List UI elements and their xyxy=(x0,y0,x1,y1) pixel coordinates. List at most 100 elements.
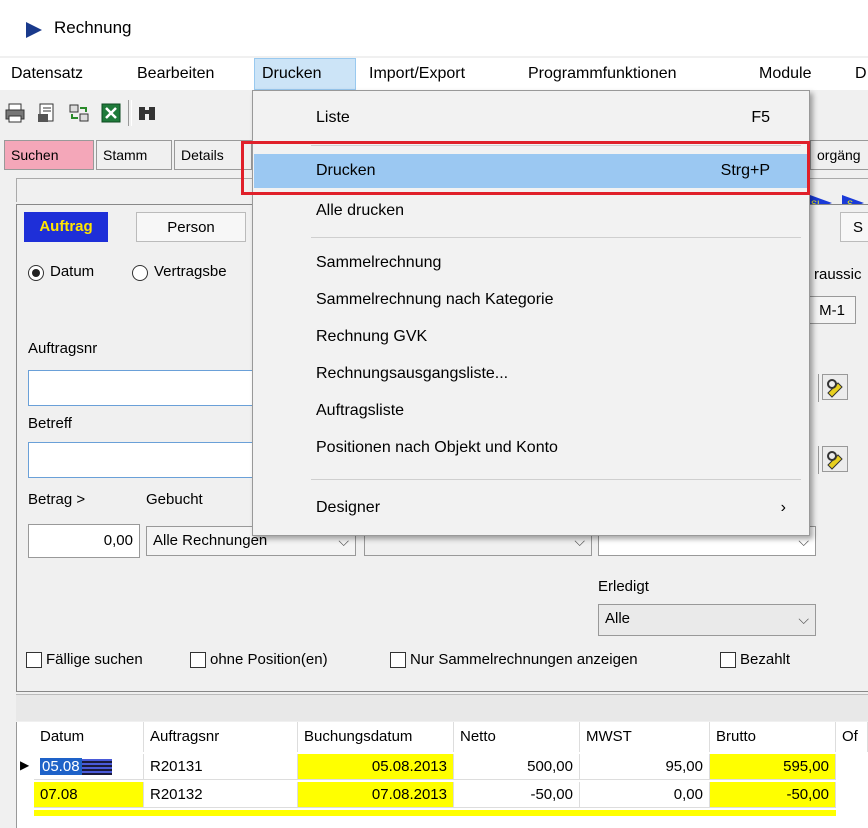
checkbox-ohne-position[interactable] xyxy=(190,652,206,668)
checkbox-nur-sammel-label: Nur Sammelrechnungen anzeigen xyxy=(410,651,638,668)
excel-icon[interactable] xyxy=(100,102,122,124)
menu-item-shortcut: F5 xyxy=(751,109,770,126)
col-header-offen[interactable]: Of xyxy=(836,722,868,752)
app-arrow-icon xyxy=(26,22,42,38)
toolbar-separator xyxy=(128,100,132,126)
gebucht-select-value: Alle Rechnungen xyxy=(153,532,268,549)
table-row-cell-buchungsdatum[interactable]: 05.08.2013 xyxy=(298,754,454,780)
menu-item-sammelrechnung[interactable]: Sammelrechnung xyxy=(254,246,808,280)
erledigt-select[interactable]: Alle ⌵ xyxy=(598,604,816,636)
table-row-cell-netto[interactable]: 500,00 xyxy=(454,754,580,780)
betrag-label: Betrag > xyxy=(28,491,86,508)
table-row-cell-netto[interactable]: -50,00 xyxy=(454,782,580,808)
menu-import-export[interactable]: Import/Export xyxy=(362,58,472,90)
checkbox-faellige-label: Fällige suchen xyxy=(46,651,143,668)
lookup-icon xyxy=(827,379,843,398)
col-header-auftragsnr[interactable]: Auftragsnr xyxy=(144,722,298,752)
chevron-down-icon: ⌵ xyxy=(798,611,809,627)
betrag-input[interactable]: 0,00 xyxy=(28,524,140,558)
tab-s[interactable]: S xyxy=(840,212,868,242)
menu-item-label: Sammelrechnung nach Kategorie xyxy=(316,291,554,308)
table-row-cell-brutto[interactable]: -50,00 xyxy=(710,782,836,808)
table-row-cell-buchungsdatum[interactable]: 07.08.2013 xyxy=(298,782,454,808)
col-header-buchungsdatum[interactable]: Buchungsdatum xyxy=(298,722,454,752)
menu-item-designer[interactable]: Designer › xyxy=(254,491,808,525)
auftragsnr-label: Auftragsnr xyxy=(28,340,98,357)
col-header-mwst[interactable]: MWST xyxy=(580,722,710,752)
menu-d[interactable]: D xyxy=(848,58,868,90)
menu-bar: Datensatz Bearbeiten Drucken Import/Expo… xyxy=(0,58,868,90)
betreff-input[interactable] xyxy=(28,442,258,478)
col-header-brutto[interactable]: Brutto xyxy=(710,722,836,752)
table-row-cell-datum[interactable]: 07.08 xyxy=(34,782,144,808)
tab-auftrag[interactable]: Auftrag xyxy=(24,212,108,242)
menu-item-label: Auftragsliste xyxy=(316,402,405,419)
tab-stamm[interactable]: Stamm xyxy=(96,140,172,170)
checkbox-ohne-position-label: ohne Position(en) xyxy=(210,651,328,668)
col-header-datum[interactable]: Datum xyxy=(34,722,144,752)
print-preview-icon[interactable] xyxy=(36,102,58,124)
col-header-netto[interactable]: Netto xyxy=(454,722,580,752)
radio-vertrag[interactable] xyxy=(132,265,148,281)
menu-item-label: Rechnungsausgangsliste... xyxy=(316,365,509,382)
m1-button[interactable]: M-1 xyxy=(808,296,856,324)
menu-item-alle-drucken[interactable]: Alle drucken xyxy=(254,194,808,228)
tab-person[interactable]: Person xyxy=(136,212,246,242)
submenu-arrow-icon: › xyxy=(780,499,786,516)
tab-vorgaenge[interactable]: orgäng xyxy=(810,140,868,170)
radio-datum[interactable] xyxy=(28,265,44,281)
binoculars-icon[interactable] xyxy=(136,102,158,124)
radio-datum-label: Datum xyxy=(50,263,95,280)
highlight-annotation-box xyxy=(241,141,810,195)
checkbox-bezahlt-label: Bezahlt xyxy=(740,651,791,668)
menu-item-sammelrechnung-kategorie[interactable]: Sammelrechnung nach Kategorie xyxy=(254,283,808,317)
window-title: Rechnung xyxy=(54,18,132,37)
transfer-icon[interactable] xyxy=(68,102,90,124)
table-row-cell-brutto[interactable]: 595,00 xyxy=(710,754,836,780)
menu-drucken[interactable]: Drucken xyxy=(254,58,356,90)
voraussichtlich-label: raussic xyxy=(814,266,862,283)
table-row-cell-auftragsnr[interactable]: R20131 xyxy=(144,754,298,780)
menu-item-rechnungsausgangsliste[interactable]: Rechnungsausgangsliste... xyxy=(254,357,808,391)
menu-item-label: Sammelrechnung xyxy=(316,254,442,271)
menu-item-positionen-objekt-konto[interactable]: Positionen nach Objekt und Konto xyxy=(254,431,808,465)
menu-datensatz[interactable]: Datensatz xyxy=(4,58,90,90)
erledigt-label: Erledigt xyxy=(598,578,649,595)
menu-programmfunktionen[interactable]: Programmfunktionen xyxy=(521,58,684,90)
lookup-button-2[interactable] xyxy=(822,446,848,472)
next-row-hint xyxy=(34,810,836,816)
menu-separator xyxy=(311,479,801,480)
gebucht-label: Gebucht xyxy=(146,491,203,508)
checkbox-faellige[interactable] xyxy=(26,652,42,668)
menu-item-label: Positionen nach Objekt und Konto xyxy=(316,439,558,456)
radio-vertrag-label: Vertragsbe xyxy=(154,263,227,280)
menu-separator xyxy=(311,237,801,238)
checkbox-bezahlt[interactable] xyxy=(720,652,736,668)
betreff-label: Betreff xyxy=(28,415,72,432)
lookup-button-1[interactable] xyxy=(822,374,848,400)
erledigt-select-value: Alle xyxy=(605,610,631,627)
printer-icon[interactable] xyxy=(4,102,26,124)
table-row-cell-datum[interactable]: 05.08 xyxy=(34,754,144,780)
selection-marker xyxy=(81,759,112,776)
menu-item-label: Designer xyxy=(316,499,381,516)
menu-item-auftragsliste[interactable]: Auftragsliste xyxy=(254,394,808,428)
menu-module[interactable]: Module xyxy=(752,58,818,90)
table-row-cell-auftragsnr[interactable]: R20132 xyxy=(144,782,298,808)
menu-item-label: Liste xyxy=(316,109,350,126)
tab-suchen[interactable]: Suchen xyxy=(4,140,94,170)
checkbox-nur-sammel[interactable] xyxy=(390,652,406,668)
menu-item-label: Alle drucken xyxy=(316,202,405,219)
grid-group-strip xyxy=(16,694,868,721)
title-bar: Rechnung xyxy=(0,0,868,56)
menu-bearbeiten[interactable]: Bearbeiten xyxy=(130,58,221,90)
table-row-cell-mwst[interactable]: 95,00 xyxy=(580,754,710,780)
cell-datum-value: 05.08 xyxy=(40,758,82,775)
menu-item-rechnung-gvk[interactable]: Rechnung GVK xyxy=(254,320,808,354)
menu-item-label: Rechnung GVK xyxy=(316,328,428,345)
lookup-icon xyxy=(827,451,843,470)
menu-item-liste[interactable]: Liste F5 xyxy=(254,101,808,135)
table-row-cell-mwst[interactable]: 0,00 xyxy=(580,782,710,808)
row-indicator-icon: ▶ xyxy=(20,758,30,772)
auftragsnr-input[interactable] xyxy=(28,370,258,406)
